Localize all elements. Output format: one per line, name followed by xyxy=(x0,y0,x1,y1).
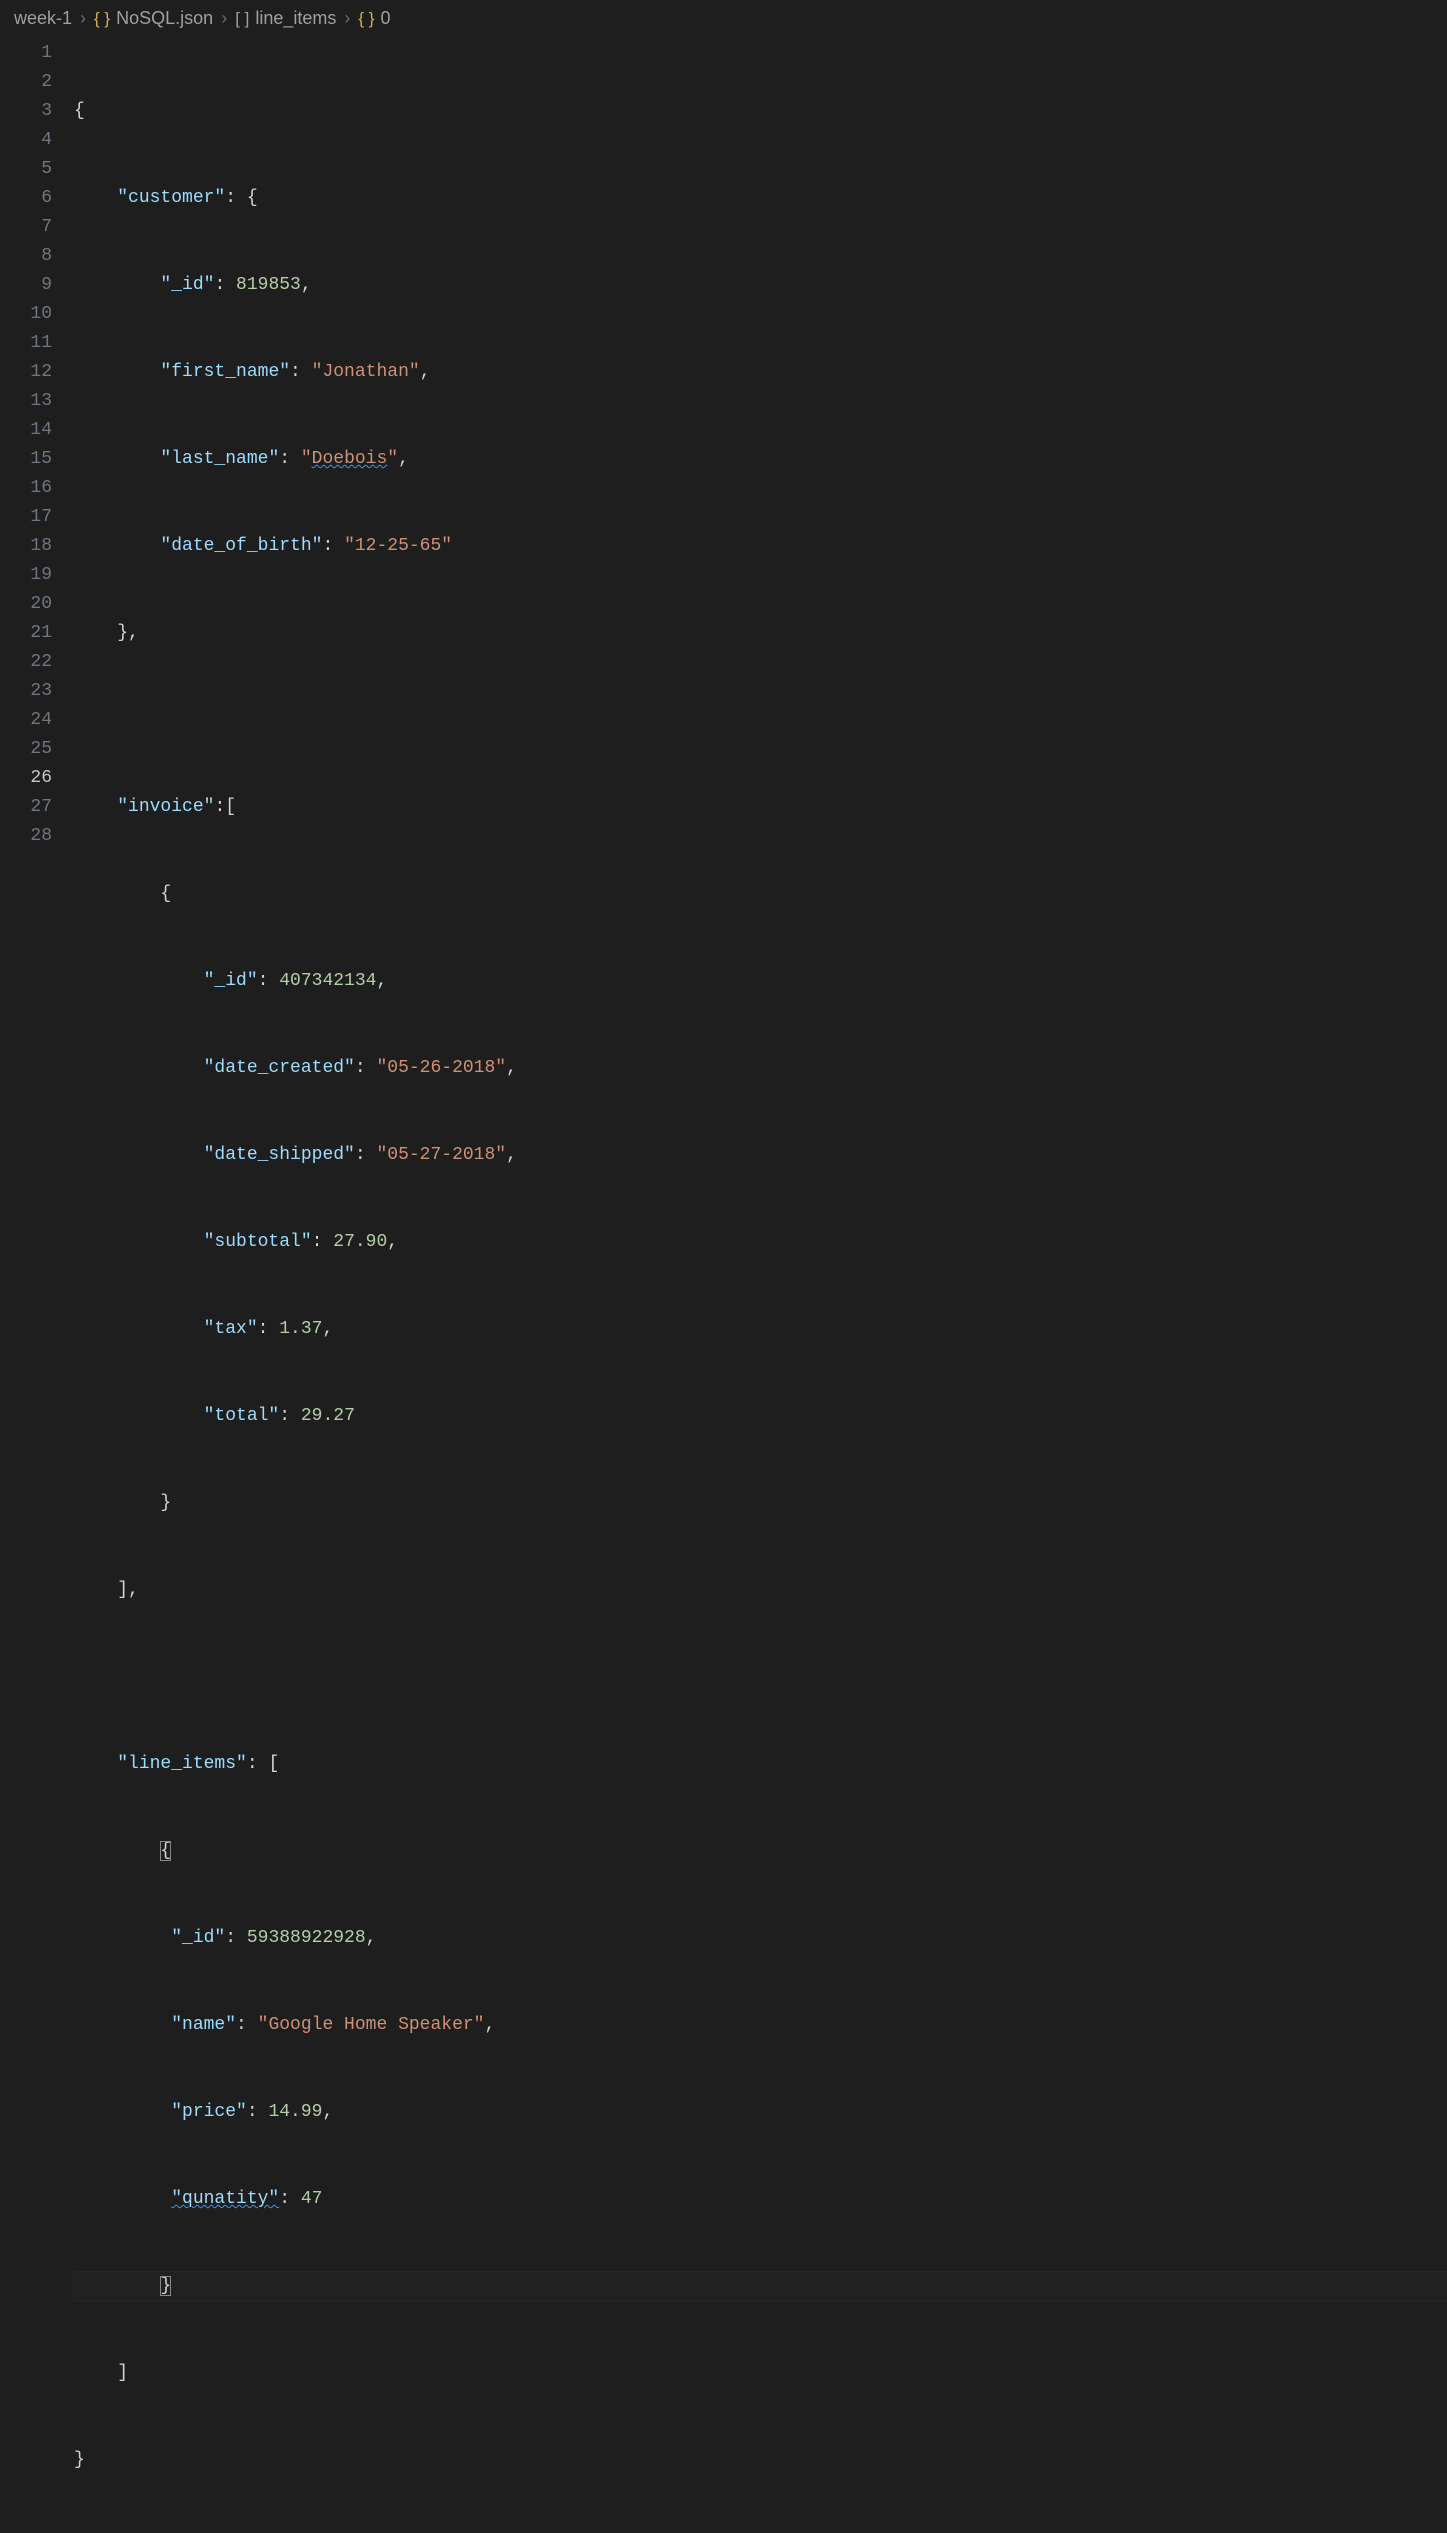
chevron-right-icon: › xyxy=(342,4,352,33)
line-number: 18 xyxy=(0,532,52,561)
code-area[interactable]: { "customer": { "_id": 819853, "first_na… xyxy=(74,39,1447,2533)
line-number: 4 xyxy=(0,126,52,155)
line-number: 14 xyxy=(0,416,52,445)
code-line[interactable]: "last_name": "Doebois", xyxy=(74,445,1447,474)
line-number: 16 xyxy=(0,474,52,503)
code-line[interactable]: "date_shipped": "05-27-2018", xyxy=(74,1141,1447,1170)
line-number: 7 xyxy=(0,213,52,242)
line-number: 11 xyxy=(0,329,52,358)
line-number: 10 xyxy=(0,300,52,329)
line-number: 13 xyxy=(0,387,52,416)
breadcrumb-label: NoSQL.json xyxy=(116,4,213,33)
line-number: 1 xyxy=(0,39,52,68)
line-number: 17 xyxy=(0,503,52,532)
code-line[interactable]: } xyxy=(74,2446,1447,2475)
line-number: 23 xyxy=(0,677,52,706)
bracket-match: { xyxy=(160,1841,171,1861)
breadcrumb-label: line_items xyxy=(255,4,336,33)
code-line[interactable]: { xyxy=(74,880,1447,909)
line-number: 19 xyxy=(0,561,52,590)
code-line[interactable] xyxy=(74,706,1447,735)
code-line[interactable]: "total": 29.27 xyxy=(74,1402,1447,1431)
breadcrumb-item[interactable]: { } NoSQL.json xyxy=(94,4,213,33)
code-line[interactable]: } xyxy=(74,1489,1447,1518)
spell-warning: "qunatity" xyxy=(171,2189,279,2209)
line-number: 2 xyxy=(0,68,52,97)
chevron-right-icon: › xyxy=(78,4,88,33)
line-number: 5 xyxy=(0,155,52,184)
code-line[interactable]: ] xyxy=(74,2359,1447,2388)
line-number: 21 xyxy=(0,619,52,648)
code-line[interactable]: }, xyxy=(74,619,1447,648)
code-line[interactable]: "name": "Google Home Speaker", xyxy=(74,2011,1447,2040)
line-number: 12 xyxy=(0,358,52,387)
code-line[interactable]: "qunatity": 47 xyxy=(74,2185,1447,2214)
line-number: 27 xyxy=(0,793,52,822)
breadcrumb-item[interactable]: { } 0 xyxy=(358,4,390,33)
braces-icon: { } xyxy=(94,4,110,33)
code-line[interactable]: } xyxy=(74,2272,1447,2301)
code-line[interactable]: "_id": 819853, xyxy=(74,271,1447,300)
line-number: 15 xyxy=(0,445,52,474)
code-line[interactable]: ], xyxy=(74,1576,1447,1605)
breadcrumb-label: 0 xyxy=(381,4,391,33)
line-number: 20 xyxy=(0,590,52,619)
line-number: 3 xyxy=(0,97,52,126)
line-number: 9 xyxy=(0,271,52,300)
bracket-match: } xyxy=(160,2276,171,2296)
spell-warning: Doebois xyxy=(312,449,388,469)
breadcrumb-label: week-1 xyxy=(14,4,72,33)
braces-icon: { } xyxy=(358,4,374,33)
code-line[interactable]: "price": 14.99, xyxy=(74,2098,1447,2127)
breadcrumb-item[interactable]: week-1 xyxy=(14,4,72,33)
brackets-icon: [ ] xyxy=(235,4,249,33)
line-number: 6 xyxy=(0,184,52,213)
line-number: 25 xyxy=(0,735,52,764)
line-number: 8 xyxy=(0,242,52,271)
line-number-gutter: 1 2 3 4 5 6 7 8 9 10 11 12 13 14 15 16 1… xyxy=(0,39,74,2533)
code-line[interactable]: { xyxy=(74,1837,1447,1866)
code-line[interactable]: "line_items": [ xyxy=(74,1750,1447,1779)
code-editor[interactable]: 1 2 3 4 5 6 7 8 9 10 11 12 13 14 15 16 1… xyxy=(0,35,1447,2533)
code-line[interactable]: "invoice":[ xyxy=(74,793,1447,822)
code-line[interactable]: "date_of_birth": "12-25-65" xyxy=(74,532,1447,561)
line-number: 28 xyxy=(0,822,52,851)
code-line[interactable]: "_id": 59388922928, xyxy=(74,1924,1447,1953)
line-number: 26 xyxy=(0,764,52,793)
code-line[interactable]: "subtotal": 27.90, xyxy=(74,1228,1447,1257)
breadcrumb-item[interactable]: [ ] line_items xyxy=(235,4,336,33)
line-number: 24 xyxy=(0,706,52,735)
code-line[interactable]: "date_created": "05-26-2018", xyxy=(74,1054,1447,1083)
code-line[interactable]: "_id": 407342134, xyxy=(74,967,1447,996)
chevron-right-icon: › xyxy=(219,4,229,33)
line-number: 22 xyxy=(0,648,52,677)
code-line[interactable] xyxy=(74,1663,1447,1692)
code-line[interactable]: "customer": { xyxy=(74,184,1447,213)
code-line[interactable]: "tax": 1.37, xyxy=(74,1315,1447,1344)
code-line[interactable]: "first_name": "Jonathan", xyxy=(74,358,1447,387)
code-line[interactable]: { xyxy=(74,97,1447,126)
breadcrumb: week-1 › { } NoSQL.json › [ ] line_items… xyxy=(0,0,1447,35)
